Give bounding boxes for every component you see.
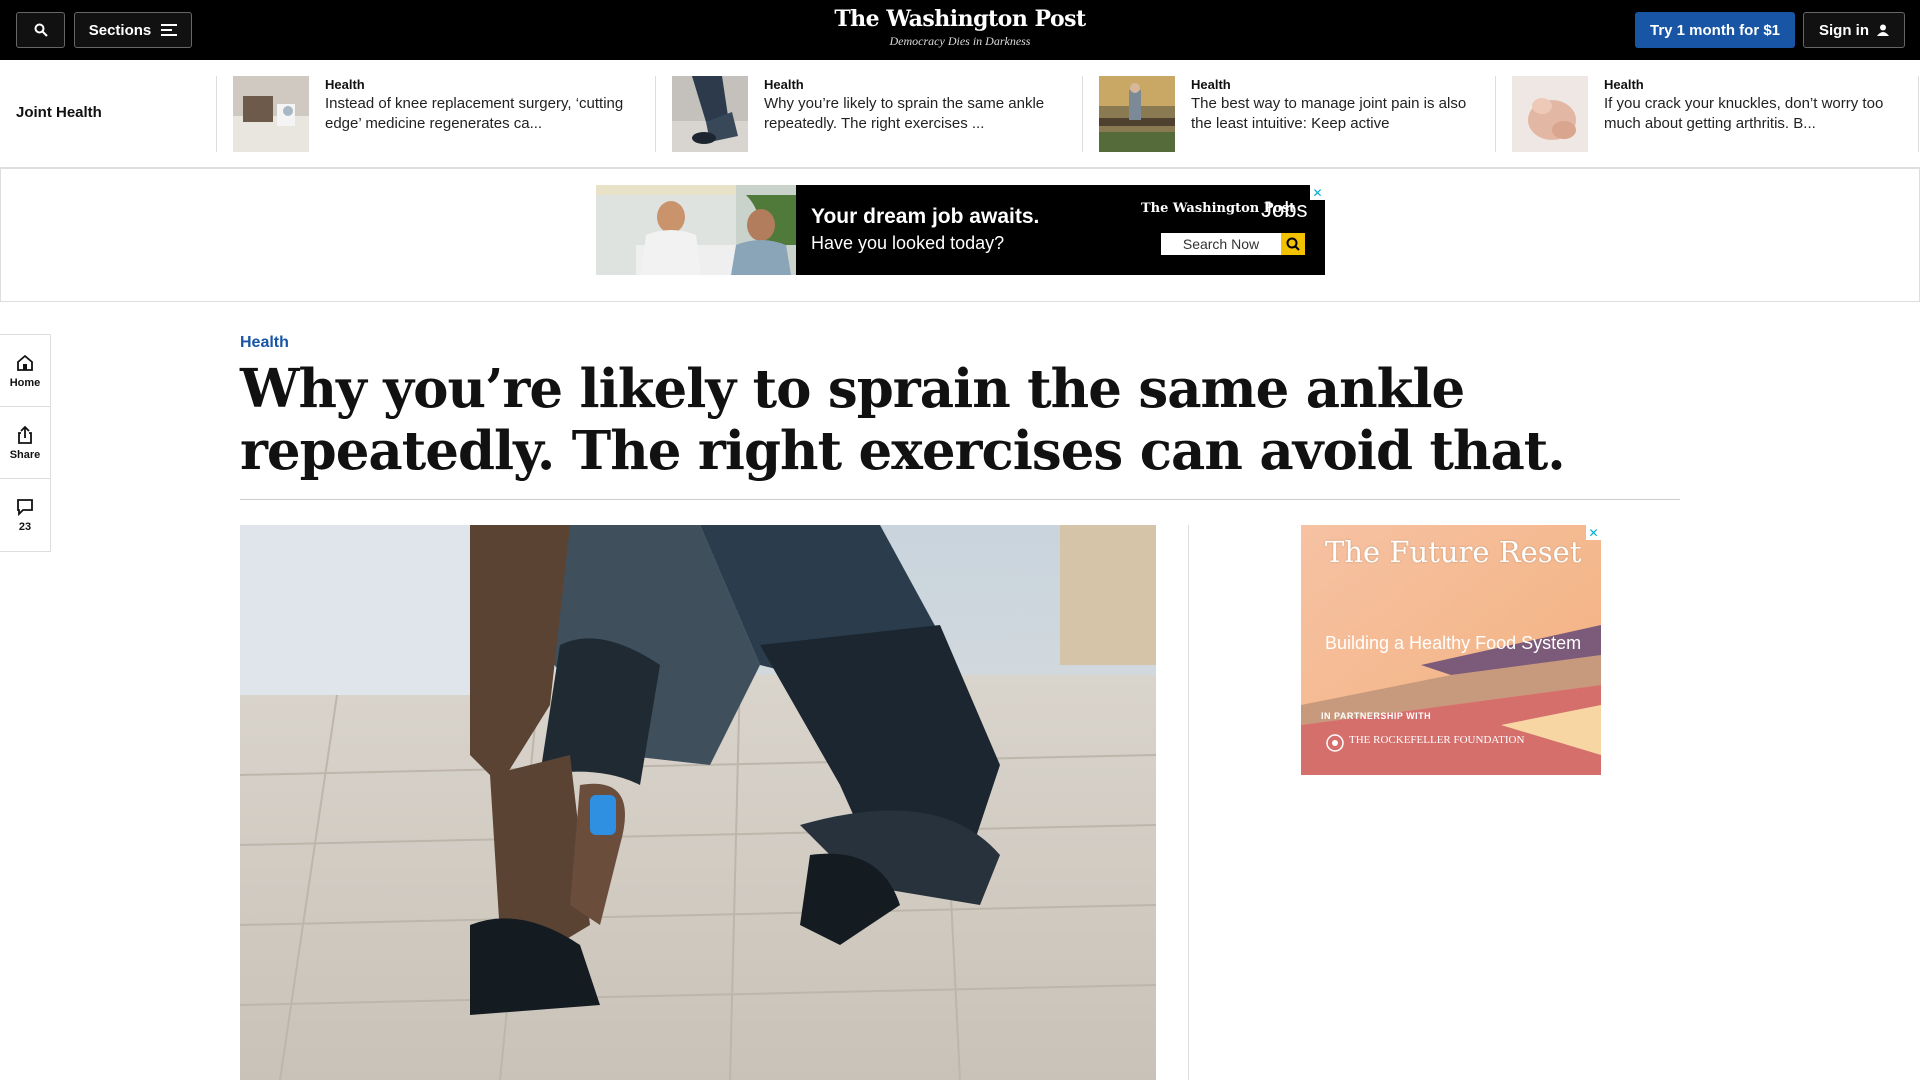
side-ad-subtitle: Building a Healthy Food System: [1325, 633, 1582, 653]
share-icon: [18, 425, 32, 444]
side-ad[interactable]: The Future Reset Building a Healthy Food…: [1301, 525, 1601, 775]
logo[interactable]: The Washington Post: [760, 6, 1160, 32]
strip-kicker: Health: [1191, 77, 1231, 92]
ad-search-button[interactable]: [1281, 233, 1305, 255]
strip-title[interactable]: Instead of knee replacement surgery, ‘cu…: [325, 94, 645, 134]
adchoices-icon[interactable]: ✕: [1310, 185, 1325, 200]
banner-ad[interactable]: Your dream job awaits. Have you looked t…: [596, 185, 1325, 275]
side-ad-partner: IN PARTNERSHIP WITH: [1321, 711, 1432, 721]
strip-kicker: Health: [325, 77, 365, 92]
left-rail: Home Share 23: [0, 334, 51, 552]
strip-thumbnail: [1512, 76, 1588, 152]
strip-item[interactable]: Health Instead of knee replacement surge…: [216, 76, 656, 152]
strip-thumbnail: [233, 76, 309, 152]
search-icon: [34, 23, 48, 37]
sections-button[interactable]: Sections: [74, 12, 192, 48]
subscribe-button[interactable]: Try 1 month for $1: [1635, 12, 1795, 48]
search-icon: [1286, 237, 1300, 251]
search-button[interactable]: [16, 12, 65, 48]
divider: [240, 499, 1680, 500]
side-ad-title: The Future Reset: [1325, 535, 1582, 569]
banner-ad-container: Your dream job awaits. Have you looked t…: [0, 168, 1920, 302]
masthead[interactable]: The Washington Post Democracy Dies in Da…: [760, 6, 1160, 49]
user-icon: [1877, 24, 1889, 36]
strip-title[interactable]: If you crack your knuckles, don’t worry …: [1604, 94, 1904, 134]
strip-kicker: Health: [1604, 77, 1644, 92]
strip-title[interactable]: Why you’re likely to sprain the same ank…: [764, 94, 1074, 134]
article-kicker[interactable]: Health: [240, 334, 289, 352]
home-button[interactable]: Home: [0, 335, 50, 407]
strip-label[interactable]: Joint Health: [16, 104, 102, 121]
home-icon: [17, 354, 33, 371]
adchoices-icon[interactable]: ✕: [1586, 525, 1601, 540]
tagline: Democracy Dies in Darkness: [889, 34, 1031, 48]
strip-kicker: Health: [764, 77, 804, 92]
strip-thumbnail: [672, 76, 748, 152]
strip-thumbnail: [1099, 76, 1175, 152]
comment-icon: [17, 499, 33, 517]
strip-item[interactable]: Health If you crack your knuckles, don’t…: [1495, 76, 1919, 152]
side-ad-partner-name: THE ROCKEFELLER FOUNDATION: [1349, 734, 1525, 746]
signin-button[interactable]: Sign in: [1803, 12, 1905, 48]
menu-icon: [161, 24, 178, 36]
strip-item[interactable]: Health The best way to manage joint pain…: [1082, 76, 1495, 152]
ad-subline: Have you looked today?: [811, 233, 1005, 253]
ad-headline: Your dream job awaits.: [811, 205, 1040, 228]
article-headline: Why you’re likely to sprain the same ank…: [240, 358, 1566, 482]
column-divider: [1188, 525, 1189, 1080]
sections-label: Sections: [88, 21, 152, 39]
strip-title[interactable]: The best way to manage joint pain is als…: [1191, 94, 1486, 134]
rockefeller-logo-icon: [1326, 734, 1344, 752]
share-button[interactable]: Share: [0, 407, 50, 479]
home-label: Home: [9, 376, 41, 389]
comments-button[interactable]: 23: [0, 479, 50, 551]
ad-search-field[interactable]: Search Now: [1161, 233, 1281, 255]
ad-product: Jobs: [1261, 197, 1308, 222]
topic-strip: Joint Health Health Instead of knee repl…: [0, 60, 1920, 168]
comment-count: 23: [18, 521, 32, 533]
hero-image: [240, 525, 1156, 1080]
top-bar: Sections The Washington Post Democracy D…: [0, 0, 1920, 60]
strip-item[interactable]: Health Why you’re likely to sprain the s…: [655, 76, 1083, 152]
share-label: Share: [9, 448, 41, 461]
ad-photo: [596, 185, 796, 275]
signin-label: Sign in: [1819, 21, 1869, 39]
